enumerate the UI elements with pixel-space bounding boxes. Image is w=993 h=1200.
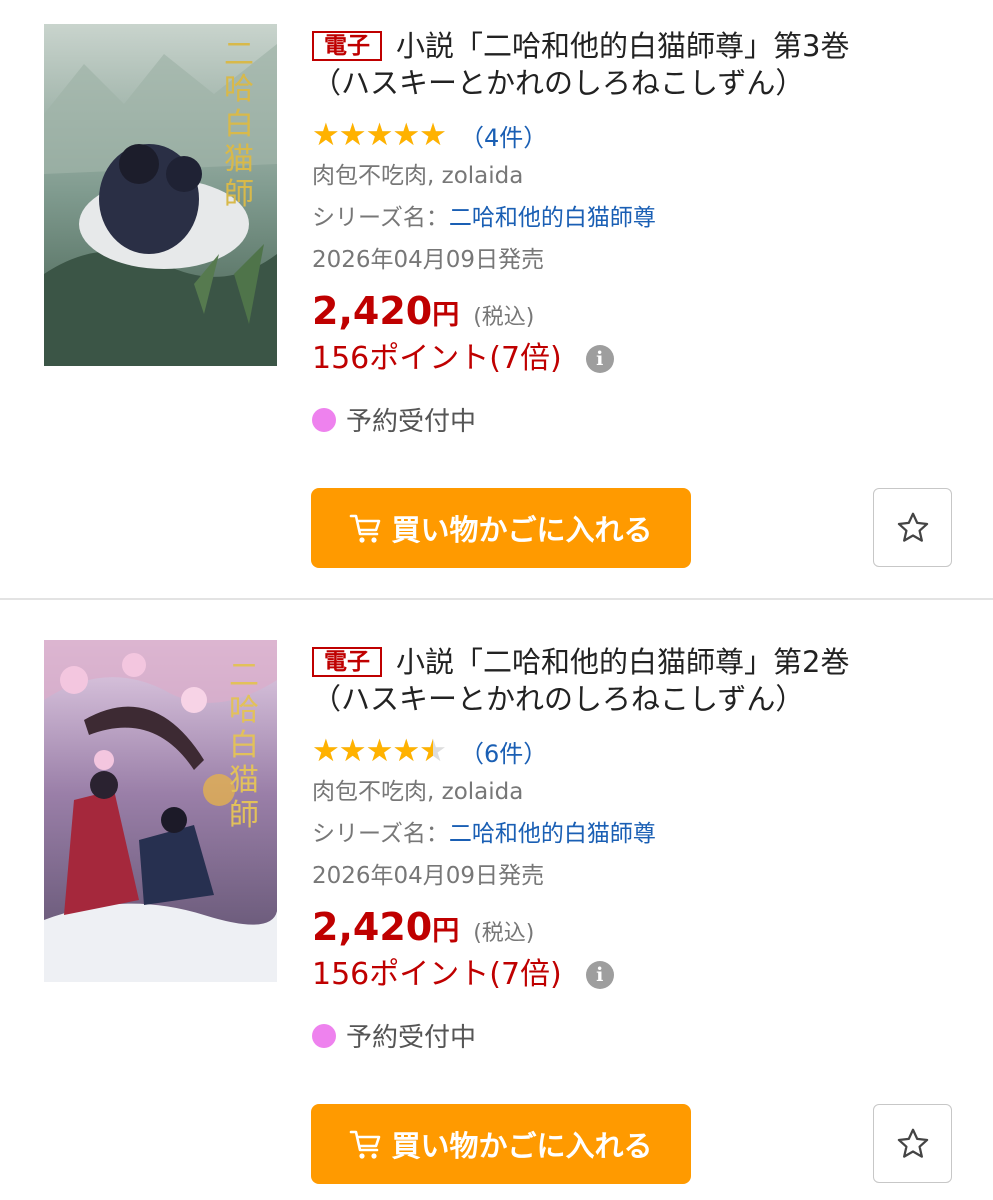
info-icon[interactable]: i xyxy=(585,961,614,989)
title-line-1[interactable]: 小説「二哈和他的白猫師尊」第2巻 xyxy=(396,645,849,679)
svg-text:師: 師 xyxy=(229,798,259,833)
currency: 円 xyxy=(432,916,460,947)
star-outline-icon xyxy=(897,512,928,542)
product-item: 二 哈 白 猫 師 電子 小説「二哈和他的白猫師尊」第3巻 （ハスキーとかれのしろ… xyxy=(0,0,993,598)
title-line-1[interactable]: 小説「二哈和他的白猫師尊」第3巻 xyxy=(396,29,849,63)
series-row: シリーズ名：二哈和他的白猫師尊 xyxy=(312,203,972,233)
add-to-cart-label: 買い物かごに入れる xyxy=(391,1129,653,1163)
series-label: シリーズ名： xyxy=(312,205,449,231)
info-icon[interactable]: i xyxy=(585,345,614,373)
author: 肉包不吃肉, zolaida xyxy=(312,779,524,805)
series-link[interactable]: 二哈和他的白猫師尊 xyxy=(449,205,656,231)
points-row: 156ポイント(7倍) i xyxy=(312,955,972,995)
status-text: 予約受付中 xyxy=(346,1023,477,1053)
status-dot-icon xyxy=(312,1023,336,1048)
cart-icon xyxy=(350,514,381,543)
svg-text:二: 二 xyxy=(229,658,259,693)
release-date: 2026年04月09日発売 xyxy=(312,863,545,889)
status-dot-icon xyxy=(312,407,336,432)
svg-text:猫: 猫 xyxy=(229,763,259,798)
product-title[interactable]: 電子 小説「二哈和他的白猫師尊」第2巻 xyxy=(312,644,972,681)
tax-note: (税込) xyxy=(473,305,535,330)
title-line-2[interactable]: （ハスキーとかれのしろねこしずん） xyxy=(312,65,972,102)
star-rating-filled: ★★★★★ xyxy=(312,118,446,152)
star-outline-icon xyxy=(897,1128,928,1158)
add-to-cart-button[interactable]: 買い物かごに入れる xyxy=(311,488,691,568)
book-cover-image[interactable]: 二 哈 白 猫 師 xyxy=(44,24,277,366)
author: 肉包不吃肉, zolaida xyxy=(312,163,524,189)
status-row: 予約受付中 xyxy=(312,1017,972,1054)
product-item: 二 哈 白 猫 師 電子 小説「二哈和他的白猫師尊」第2巻 （ハスキーとかれのしろ… xyxy=(0,600,993,1200)
review-count-link[interactable]: （6件） xyxy=(460,734,547,769)
cart-icon xyxy=(350,1130,381,1159)
rating-row: ★★★★★ ★★★★★ （6件） xyxy=(312,734,972,768)
book-cover-image[interactable]: 二 哈 白 猫 師 xyxy=(44,640,277,982)
star-rating-filled: ★★★★★ xyxy=(312,734,433,768)
ebook-badge: 電子 xyxy=(312,31,382,61)
points-row: 156ポイント(7倍) i xyxy=(312,339,972,379)
star-rating: ★★★★★ ★★★★★ xyxy=(312,734,447,768)
price-row: 2,420 円 (税込) xyxy=(312,905,972,949)
currency: 円 xyxy=(432,300,460,331)
price: 2,420 xyxy=(312,905,433,949)
series-link[interactable]: 二哈和他的白猫師尊 xyxy=(449,821,656,847)
add-to-cart-button[interactable]: 買い物かごに入れる xyxy=(311,1104,691,1184)
price: 2,420 xyxy=(312,289,433,333)
ebook-badge: 電子 xyxy=(312,647,382,677)
svg-text:哈: 哈 xyxy=(229,693,259,728)
status-row: 予約受付中 xyxy=(312,401,972,438)
favorite-button[interactable] xyxy=(873,1104,952,1183)
svg-text:白: 白 xyxy=(224,107,254,142)
favorite-button[interactable] xyxy=(873,488,952,567)
rating-row: ★★★★★ ★★★★★ （4件） xyxy=(312,118,972,152)
series-label: シリーズ名： xyxy=(312,821,449,847)
review-count-link[interactable]: （4件） xyxy=(460,118,547,153)
svg-text:白: 白 xyxy=(229,728,259,763)
star-rating: ★★★★★ ★★★★★ xyxy=(312,118,447,152)
add-to-cart-label: 買い物かごに入れる xyxy=(391,513,653,547)
price-row: 2,420 円 (税込) xyxy=(312,289,972,333)
svg-text:猫: 猫 xyxy=(224,142,254,177)
svg-text:哈: 哈 xyxy=(224,72,254,107)
status-text: 予約受付中 xyxy=(346,407,477,437)
svg-text:師: 師 xyxy=(224,177,254,212)
svg-text:二: 二 xyxy=(224,37,254,72)
title-line-2[interactable]: （ハスキーとかれのしろねこしずん） xyxy=(312,681,972,718)
release-date: 2026年04月09日発売 xyxy=(312,247,545,273)
points: 156ポイント(7倍) xyxy=(312,341,562,376)
tax-note: (税込) xyxy=(473,921,535,946)
points: 156ポイント(7倍) xyxy=(312,957,562,992)
product-title[interactable]: 電子 小説「二哈和他的白猫師尊」第3巻 xyxy=(312,28,972,65)
series-row: シリーズ名：二哈和他的白猫師尊 xyxy=(312,819,972,849)
